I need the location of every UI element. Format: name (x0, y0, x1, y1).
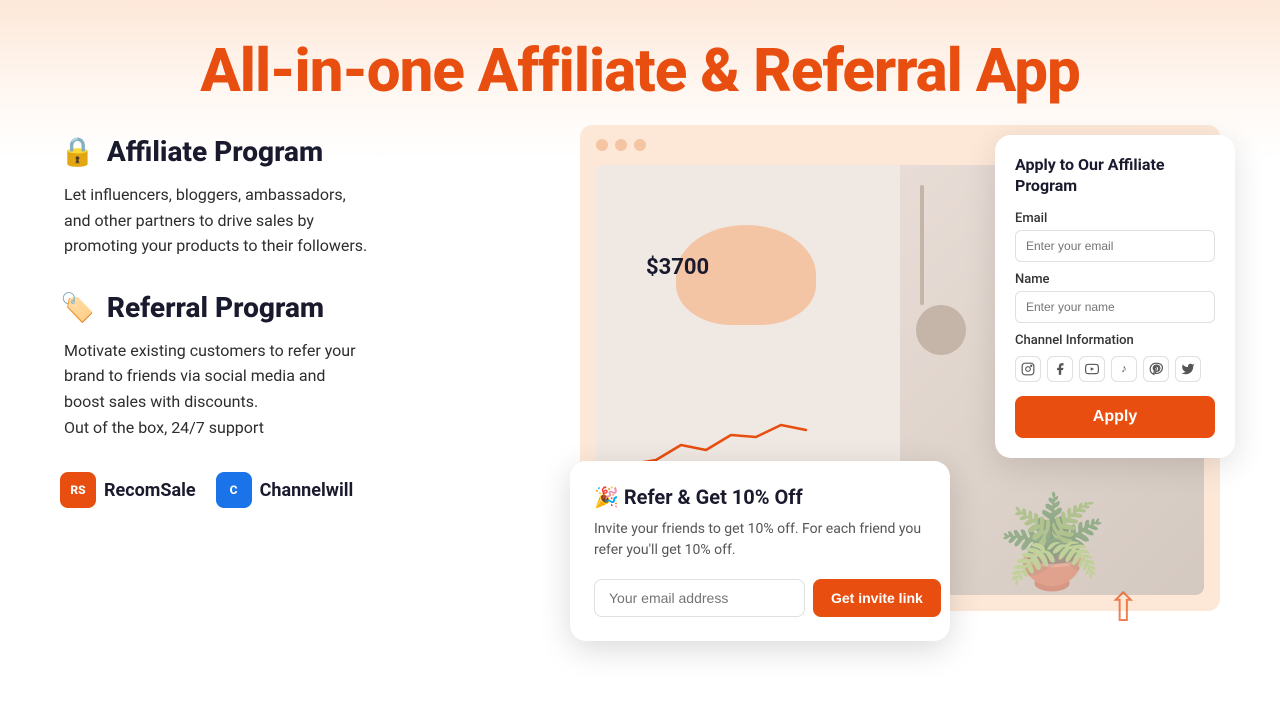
browser-window: $3700 🪴 (580, 125, 1220, 611)
affiliate-program-block: 🔒 Affiliate Program Let influencers, blo… (60, 135, 540, 259)
referral-title: 🏷️ Referral Program (60, 291, 540, 324)
page-container: All-in-one Affiliate & Referral App 🔒 Af… (0, 0, 1280, 720)
affiliate-name-input[interactable] (1015, 291, 1215, 323)
referral-input-row: Get invite link (594, 579, 926, 617)
channelwill-icon: C (216, 472, 252, 508)
brand-logos: RS RecomSale C Channelwill (60, 472, 540, 508)
affiliate-form-title: Apply to Our Affiliate Program (1015, 155, 1215, 197)
channel-info-label: Channel Information (1015, 333, 1215, 348)
apply-button[interactable]: Apply (1015, 396, 1215, 438)
channelwill-name: Channelwill (260, 480, 354, 501)
get-invite-link-button[interactable]: Get invite link (813, 579, 941, 617)
recomsale-icon: RS (60, 472, 96, 508)
right-panel: $3700 🪴 (580, 125, 1220, 645)
up-arrow-decoration: ⇧ (1106, 584, 1140, 631)
affiliate-email-input[interactable] (1015, 230, 1215, 262)
referral-email-input[interactable] (594, 579, 805, 617)
referral-title-text: Referral Program (107, 291, 324, 324)
dot-3 (634, 139, 646, 151)
affiliate-description: Let influencers, bloggers, ambassadors, … (60, 182, 540, 259)
affiliate-icon: 🔒 (60, 135, 95, 168)
name-label: Name (1015, 272, 1215, 287)
tiktok-icon[interactable]: ♪ (1111, 356, 1137, 382)
youtube-icon[interactable] (1079, 356, 1105, 382)
affiliate-title: 🔒 Affiliate Program (60, 135, 540, 168)
facebook-icon[interactable] (1047, 356, 1073, 382)
lamp-head (916, 305, 966, 355)
recomsale-logo: RS RecomSale (60, 472, 196, 508)
recomsale-name: RecomSale (104, 480, 196, 501)
affiliate-form-panel: Apply to Our Affiliate Program Email Nam… (995, 135, 1235, 458)
referral-popup: 🎉 Refer & Get 10% Off Invite your friend… (570, 461, 950, 641)
hero-title: All-in-one Affiliate & Referral App (0, 0, 1280, 105)
twitter-icon[interactable] (1175, 356, 1201, 382)
social-icons-row: ♪ (1015, 356, 1215, 382)
channelwill-logo: C Channelwill (216, 472, 354, 508)
lamp-deco (920, 185, 924, 305)
main-content: 🔒 Affiliate Program Let influencers, blo… (0, 105, 1280, 645)
referral-icon: 🏷️ (60, 291, 95, 324)
plant-deco: 🪴 (996, 490, 1108, 595)
referral-popup-title: 🎉 Refer & Get 10% Off (594, 485, 926, 509)
dot-1 (596, 139, 608, 151)
chart-value: $3700 (646, 255, 709, 280)
email-label: Email (1015, 211, 1215, 226)
referral-description: Motivate existing customers to refer you… (60, 338, 540, 440)
pinterest-icon[interactable] (1143, 356, 1169, 382)
dot-2 (615, 139, 627, 151)
referral-popup-desc: Invite your friends to get 10% off. For … (594, 519, 926, 561)
instagram-icon[interactable] (1015, 356, 1041, 382)
affiliate-title-text: Affiliate Program (107, 135, 323, 168)
referral-program-block: 🏷️ Referral Program Motivate existing cu… (60, 291, 540, 440)
left-panel: 🔒 Affiliate Program Let influencers, blo… (60, 125, 540, 508)
